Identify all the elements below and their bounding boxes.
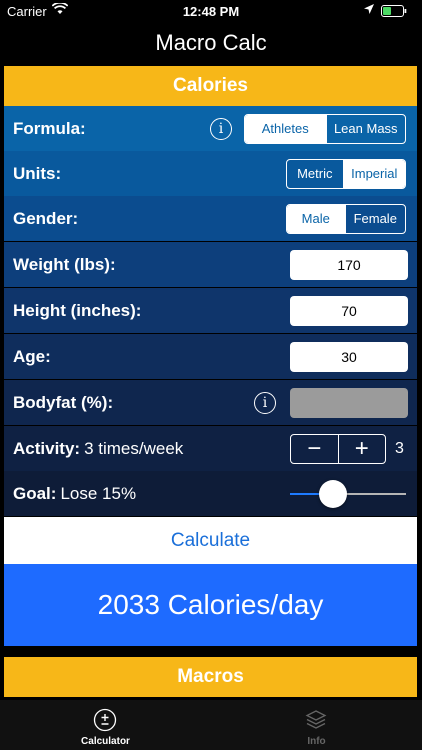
gender-label: Gender: (13, 208, 79, 228)
formula-segmented-control: Athletes Lean Mass (244, 113, 406, 144)
calories-result: 2033 Calories/day (4, 564, 417, 646)
units-option-metric[interactable]: Metric (287, 160, 343, 188)
activity-stepper: − + (290, 433, 386, 464)
formula-row: Formula: i Athletes Lean Mass (4, 106, 417, 151)
goal-title: Goal: (13, 483, 57, 503)
height-row: Height (inches): 70 (4, 288, 417, 333)
weight-row: Weight (lbs): 170 (4, 242, 417, 287)
units-option-imperial[interactable]: Imperial (342, 159, 405, 188)
layers-icon (304, 708, 328, 732)
calculate-button[interactable]: Calculate (4, 517, 417, 564)
calories-header: Calories (4, 66, 417, 106)
bodyfat-row: Bodyfat (%): i (4, 380, 417, 425)
tab-calculator[interactable]: Calculator (0, 700, 211, 750)
age-label: Age: (13, 346, 51, 366)
tab-info[interactable]: Info (211, 700, 422, 750)
status-bar: Carrier 12:48 PM (0, 0, 422, 22)
battery-icon (381, 5, 407, 20)
units-label: Units: (13, 163, 62, 183)
activity-title: Activity: (13, 438, 81, 458)
gender-option-male[interactable]: Male (287, 204, 345, 233)
age-row: Age: 30 (4, 334, 417, 379)
bodyfat-info-icon[interactable]: i (254, 391, 276, 414)
weight-input[interactable]: 170 (290, 249, 408, 280)
activity-value: 3 (395, 439, 404, 457)
formula-option-athletes[interactable]: Athletes (245, 114, 326, 143)
activity-decrement-button[interactable]: − (291, 435, 338, 463)
goal-slider[interactable] (290, 479, 406, 509)
bodyfat-input[interactable] (290, 387, 408, 418)
plus-minus-icon (93, 708, 117, 732)
activity-label: Activity: 3 times/week (13, 439, 183, 459)
goal-label: Goal: Lose 15% (13, 484, 136, 504)
tab-bar: Calculator Info (0, 700, 422, 750)
formula-option-lean-mass[interactable]: Lean Mass (325, 114, 406, 143)
macros-header: Macros (4, 657, 417, 697)
units-row: Units: Metric Imperial (4, 151, 417, 196)
age-input[interactable]: 30 (290, 341, 408, 372)
gender-row: Gender: Male Female (4, 196, 417, 241)
goal-description: Lose 15% (60, 483, 137, 503)
units-segmented-control: Metric Imperial (286, 158, 406, 189)
page-title: Macro Calc (155, 30, 267, 55)
activity-row: Activity: 3 times/week − + 3 (4, 426, 417, 471)
location-arrow-icon (363, 3, 375, 18)
activity-description: 3 times/week (84, 438, 184, 458)
gender-segmented-control: Male Female (286, 203, 406, 234)
bodyfat-label: Bodyfat (%): (13, 392, 114, 412)
tab-calculator-label: Calculator (81, 736, 130, 747)
goal-slider-thumb[interactable] (318, 479, 347, 508)
height-label: Height (inches): (13, 300, 142, 320)
clock: 12:48 PM (182, 4, 240, 19)
weight-label: Weight (lbs): (13, 254, 116, 274)
tab-info-label: Info (307, 736, 326, 747)
height-input[interactable]: 70 (290, 295, 408, 326)
formula-info-icon[interactable]: i (210, 117, 232, 140)
activity-increment-button[interactable]: + (337, 434, 386, 463)
gender-option-female[interactable]: Female (344, 204, 405, 233)
goal-row: Goal: Lose 15% (4, 471, 417, 516)
formula-label: Formula: (13, 118, 86, 138)
